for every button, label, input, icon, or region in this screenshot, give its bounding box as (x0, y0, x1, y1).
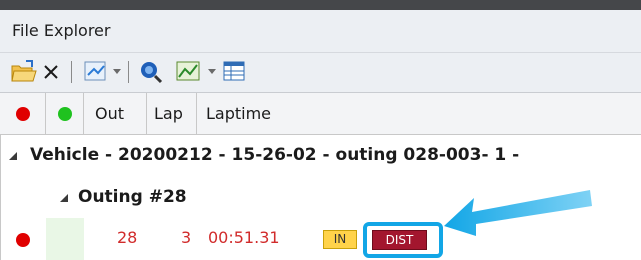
column-header-laptime[interactable]: Laptime (197, 93, 641, 134)
outing-label: Outing #28 (78, 187, 187, 207)
out-cell: 28 (117, 228, 138, 247)
dist-badge[interactable]: DIST (372, 230, 427, 250)
red-indicator-icon (16, 233, 30, 247)
open-folder-icon[interactable] (10, 59, 38, 85)
chevron-down-icon[interactable] (207, 68, 217, 76)
chevron-down-icon[interactable] (112, 68, 122, 76)
column-header-lap[interactable]: Lap (147, 93, 197, 134)
callout-arrow-icon (444, 190, 592, 236)
window-top-border (0, 0, 641, 10)
expand-triangle-icon[interactable] (59, 193, 69, 203)
laptime-cell: 00:51.31 (208, 228, 280, 247)
expand-triangle-icon[interactable] (8, 151, 18, 161)
header-red-indicator-cell[interactable] (0, 93, 46, 134)
filter-icon[interactable] (82, 59, 110, 85)
panel-titlebar: File Explorer (0, 10, 641, 53)
search-icon[interactable] (138, 59, 164, 85)
toolbar (0, 53, 641, 93)
panel-title: File Explorer (12, 21, 111, 40)
column-header: Out Lap Laptime (0, 93, 641, 135)
green-column-cell (46, 218, 84, 260)
delete-icon[interactable] (41, 62, 61, 82)
header-green-indicator-cell[interactable] (46, 93, 84, 134)
in-badge[interactable]: IN (323, 230, 357, 249)
green-indicator-icon (58, 107, 72, 121)
chart-icon[interactable] (175, 59, 203, 85)
toolbar-separator (128, 61, 129, 83)
column-header-out[interactable]: Out (84, 93, 147, 134)
column-header-label: Out (95, 104, 125, 123)
column-header-label: Lap (154, 104, 183, 123)
toolbar-separator (71, 61, 72, 83)
red-indicator-icon (16, 107, 30, 121)
vehicle-label: Vehicle - 20200212 - 15-26-02 - outing 0… (30, 145, 520, 165)
table-icon[interactable] (222, 59, 248, 85)
lap-cell: 3 (181, 228, 192, 247)
column-header-label: Laptime (206, 104, 272, 123)
tree-node-vehicle[interactable]: Vehicle - 20200212 - 15-26-02 - outing 0… (0, 135, 641, 178)
